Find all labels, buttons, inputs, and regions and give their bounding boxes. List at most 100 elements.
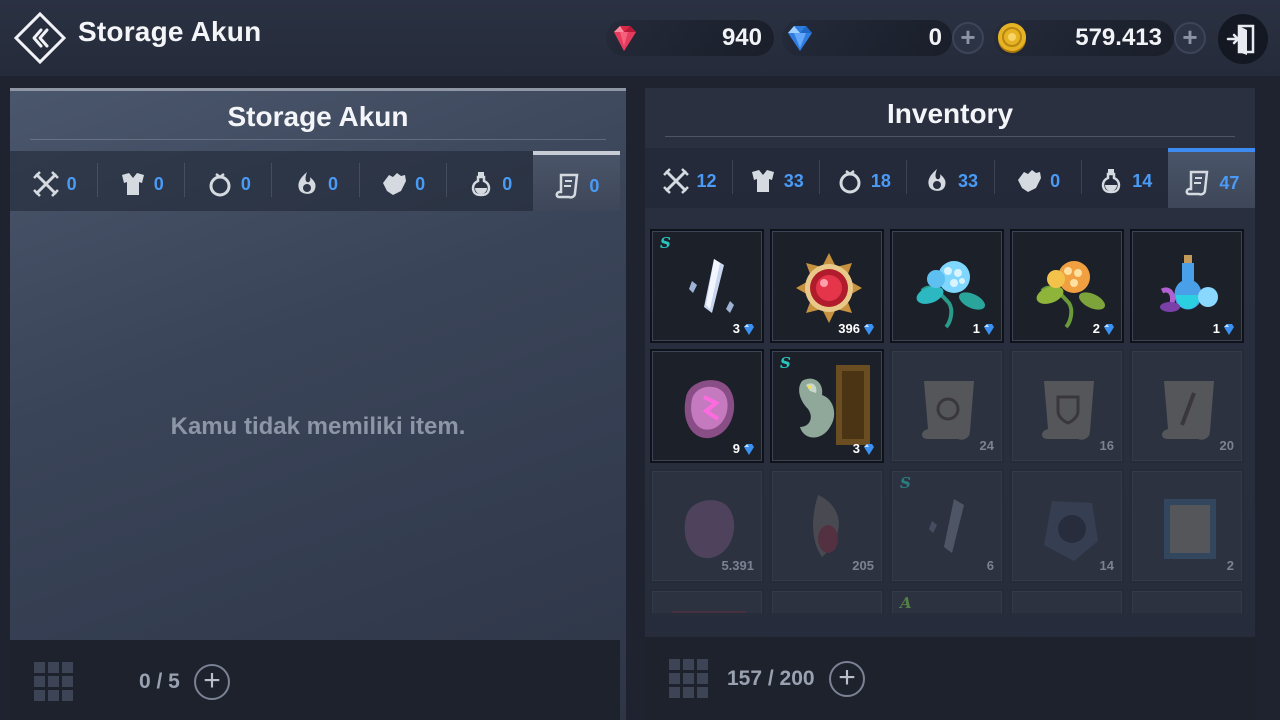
tab-count: 0	[240, 173, 251, 194]
tab-count: 18	[870, 170, 891, 191]
tab-count: 0	[327, 173, 338, 194]
storage-footer: 0 / 5 +	[10, 640, 620, 720]
gold-coin-amount: 579.413	[1075, 24, 1162, 51]
add-gold-button[interactable]: +	[1174, 22, 1206, 54]
inventory-tab-glove[interactable]: 0	[993, 148, 1081, 208]
item-dragon-card[interactable]: S 3	[770, 349, 884, 463]
grid-icon	[34, 662, 73, 701]
storage-tab-ring[interactable]: 0	[184, 151, 271, 211]
inventory-capacity: 157 / 200	[727, 667, 815, 690]
storage-tabs: 0 0 0 0 0 0 0	[10, 151, 620, 211]
item-quantity: 24	[979, 438, 994, 453]
item-gold-berry-plant[interactable]: 2	[1010, 229, 1124, 343]
item-quantity: 14	[1099, 558, 1114, 573]
item-dark-relic[interactable]: 14	[1010, 469, 1124, 583]
scroll-icon	[1185, 170, 1209, 196]
blue-gem-lock-icon	[984, 323, 994, 335]
currency-blue-diamond: 0	[782, 20, 952, 56]
item-icon	[1022, 601, 1116, 613]
ring-icon	[839, 170, 861, 194]
tab-count: 33	[783, 170, 804, 191]
red-gem-amount: 940	[721, 24, 762, 51]
item-quantity: 9	[733, 441, 756, 456]
storage-panel: Storage Akun 0 0 0 0 0 0 0 Kamu tidak me…	[10, 88, 626, 720]
tab-count: 0	[153, 173, 164, 194]
inventory-tab-ring[interactable]: 18	[819, 148, 906, 208]
currency-gold-coin: 579.413	[994, 20, 1174, 56]
item-slot[interactable]: A	[890, 589, 1004, 613]
inventory-title: Inventory	[886, 98, 1014, 129]
currency-red-gem: 940	[606, 20, 774, 56]
item-potion-bundle[interactable]: 1	[1130, 229, 1244, 343]
grade-badge: A	[900, 594, 912, 612]
expand-inventory-button[interactable]: +	[829, 661, 865, 697]
item-quantity: 2	[1226, 558, 1234, 573]
storage-tab-skill[interactable]: 0	[271, 151, 358, 211]
inventory-tab-skill[interactable]: 33	[906, 148, 993, 208]
grid-icon	[669, 659, 708, 698]
item-slot[interactable]	[650, 589, 764, 613]
item-pink-rune-stone[interactable]: 9	[650, 349, 764, 463]
item-ring-scroll[interactable]: 24	[890, 349, 1004, 463]
item-slot[interactable]	[770, 589, 884, 613]
inventory-tab-weapon[interactable]: 12	[645, 148, 732, 208]
add-blue-diamond-button[interactable]: +	[952, 22, 984, 54]
storage-capacity: 0 / 5	[139, 670, 180, 693]
storage-tab-glove[interactable]: 0	[358, 151, 446, 211]
blue-diamond-icon	[788, 26, 812, 51]
crystal-shard-icon	[929, 499, 964, 553]
item-crystal-shard[interactable]: S 6	[890, 469, 1004, 583]
item-quantity: 1	[1213, 321, 1236, 336]
item-quantity: 3	[733, 321, 756, 336]
item-quantity: 5.391	[721, 558, 754, 573]
page-title: Storage Akun	[78, 16, 262, 47]
divider	[30, 139, 606, 140]
item-blue-berry-plant[interactable]: 1	[890, 229, 1004, 343]
exit-door-icon	[1226, 24, 1255, 55]
tab-count: 47	[1219, 172, 1240, 193]
item-pink-rune-stone[interactable]: 5.391	[650, 469, 764, 583]
weapon-icon	[662, 168, 689, 194]
inventory-tab-scroll[interactable]: 47	[1167, 148, 1255, 208]
item-icon	[672, 611, 746, 613]
potion-icon	[472, 172, 491, 197]
storage-title: Storage Akun	[227, 101, 409, 132]
expand-storage-button[interactable]: +	[194, 664, 230, 700]
item-quantity: 2	[1093, 321, 1116, 336]
armor-icon	[121, 173, 144, 195]
item-quantity: 396	[838, 321, 876, 336]
item-crystal-shard[interactable]: S 3	[650, 229, 764, 343]
potion-icon	[1102, 169, 1121, 194]
tab-count: 14	[1132, 170, 1153, 191]
inventory-tab-potion[interactable]: 14	[1080, 148, 1168, 208]
glove-icon	[1018, 170, 1042, 192]
back-button[interactable]	[13, 11, 67, 65]
item-sword-scroll[interactable]: 20	[1130, 349, 1244, 463]
divider	[665, 136, 1235, 137]
blue-gem-lock-icon	[1104, 323, 1114, 335]
gold-coin-icon	[998, 23, 1026, 53]
item-quantity: 1	[973, 321, 996, 336]
inventory-tab-armor[interactable]: 33	[732, 148, 819, 208]
item-slot[interactable]	[1130, 589, 1244, 613]
item-red-dragon-gem[interactable]: 205	[770, 469, 884, 583]
item-slot[interactable]	[1010, 589, 1124, 613]
storage-tab-scroll[interactable]: 0	[532, 151, 620, 211]
blue-diamond-amount: 0	[928, 24, 942, 51]
item-blue-tome[interactable]: 2	[1130, 469, 1244, 583]
blue-gem-lock-icon	[864, 443, 874, 455]
tab-count: 0	[589, 175, 600, 196]
item-red-orb-medallion[interactable]: 396	[770, 229, 884, 343]
armor-icon	[751, 170, 774, 192]
glove-icon	[383, 173, 407, 195]
storage-tab-armor[interactable]: 0	[97, 151, 184, 211]
item-shield-scroll[interactable]: 16	[1010, 349, 1124, 463]
exit-button[interactable]	[1218, 14, 1268, 64]
top-bar: Storage Akun 940 0 + 579.413 +	[0, 0, 1280, 76]
inventory-grid: S 3 396 1 2 1 9 S 3 24 16 20 5.391 205 S…	[650, 229, 1250, 613]
weapon-icon	[32, 171, 59, 197]
storage-tab-potion[interactable]: 0	[445, 151, 533, 211]
storage-tab-weapon[interactable]: 0	[10, 151, 97, 211]
ring-icon	[209, 173, 231, 197]
item-quantity: 6	[986, 558, 994, 573]
